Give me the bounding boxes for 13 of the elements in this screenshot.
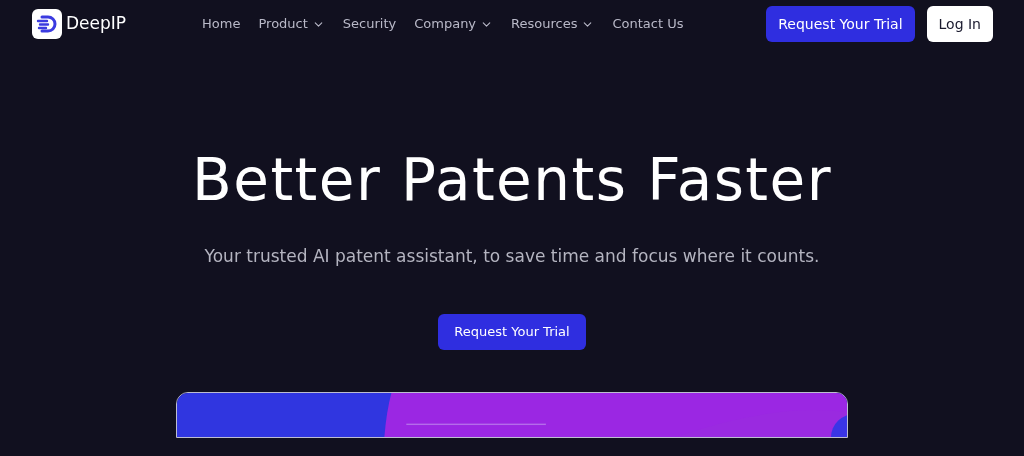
- nav-link[interactable]: Home: [202, 14, 241, 34]
- nav-link[interactable]: Resources: [511, 14, 595, 34]
- nav-link[interactable]: Contact Us: [612, 14, 684, 34]
- logo-icon: [32, 9, 62, 39]
- request-trial-button[interactable]: Request Your Trial: [766, 6, 915, 42]
- nav-link[interactable]: Company: [414, 14, 494, 34]
- login-button[interactable]: Log In: [926, 6, 993, 42]
- nav-link[interactable]: Security: [342, 14, 397, 34]
- hero-subtitle: Your trusted AI patent assistant, to save time and focus where it counts.: [204, 245, 820, 268]
- hero-title: Better Patents Faster: [192, 148, 832, 212]
- request-trial-button[interactable]: Request Your Trial: [438, 313, 586, 350]
- brand-name[interactable]: DeepIP: [66, 11, 127, 37]
- nav-link[interactable]: Product: [258, 14, 325, 34]
